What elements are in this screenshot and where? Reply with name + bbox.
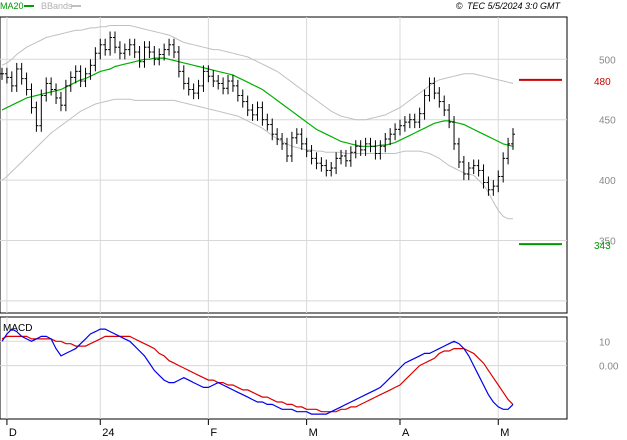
- price-panel: 350400450500480343: [0, 16, 616, 314]
- macd-tick-label: 10: [599, 337, 611, 348]
- support-level-label: 343: [594, 241, 611, 252]
- chart-canvas: MA20 BBands © TEC 5/5/2024 3:0 GMT 35040…: [0, 1, 619, 439]
- x-tick-label: M: [309, 427, 318, 439]
- macd-panel: MACD100.00: [0, 316, 619, 420]
- price-tick-label: 500: [599, 55, 616, 66]
- price-tick-label: 400: [599, 176, 616, 187]
- ma20-legend-label: MA20: [0, 1, 24, 11]
- x-tick-label: 24: [102, 427, 114, 439]
- x-axis: D 24 F M A M: [6, 419, 509, 439]
- price-tick-label: 450: [599, 116, 616, 127]
- x-tick-label: D: [9, 427, 17, 439]
- chart-header: MA20 BBands © TEC 5/5/2024 3:0 GMT: [0, 1, 562, 11]
- chart-timestamp: TEC 5/5/2024 3:0 GMT: [467, 1, 562, 11]
- macd-tick-label: 0.00: [599, 362, 619, 373]
- x-tick-label: M: [500, 427, 509, 439]
- bbands-legend-swatch: [71, 5, 81, 7]
- ma20-legend-swatch: [24, 5, 34, 7]
- x-tick-label: F: [210, 427, 217, 439]
- price-plot-frame: [0, 16, 568, 314]
- macd-plot-frame: [0, 316, 568, 420]
- bbands-legend-label: BBands: [41, 1, 73, 11]
- copyright-icon: ©: [456, 1, 463, 11]
- x-tick-label: A: [402, 427, 410, 439]
- resistance-level-label: 480: [594, 77, 611, 88]
